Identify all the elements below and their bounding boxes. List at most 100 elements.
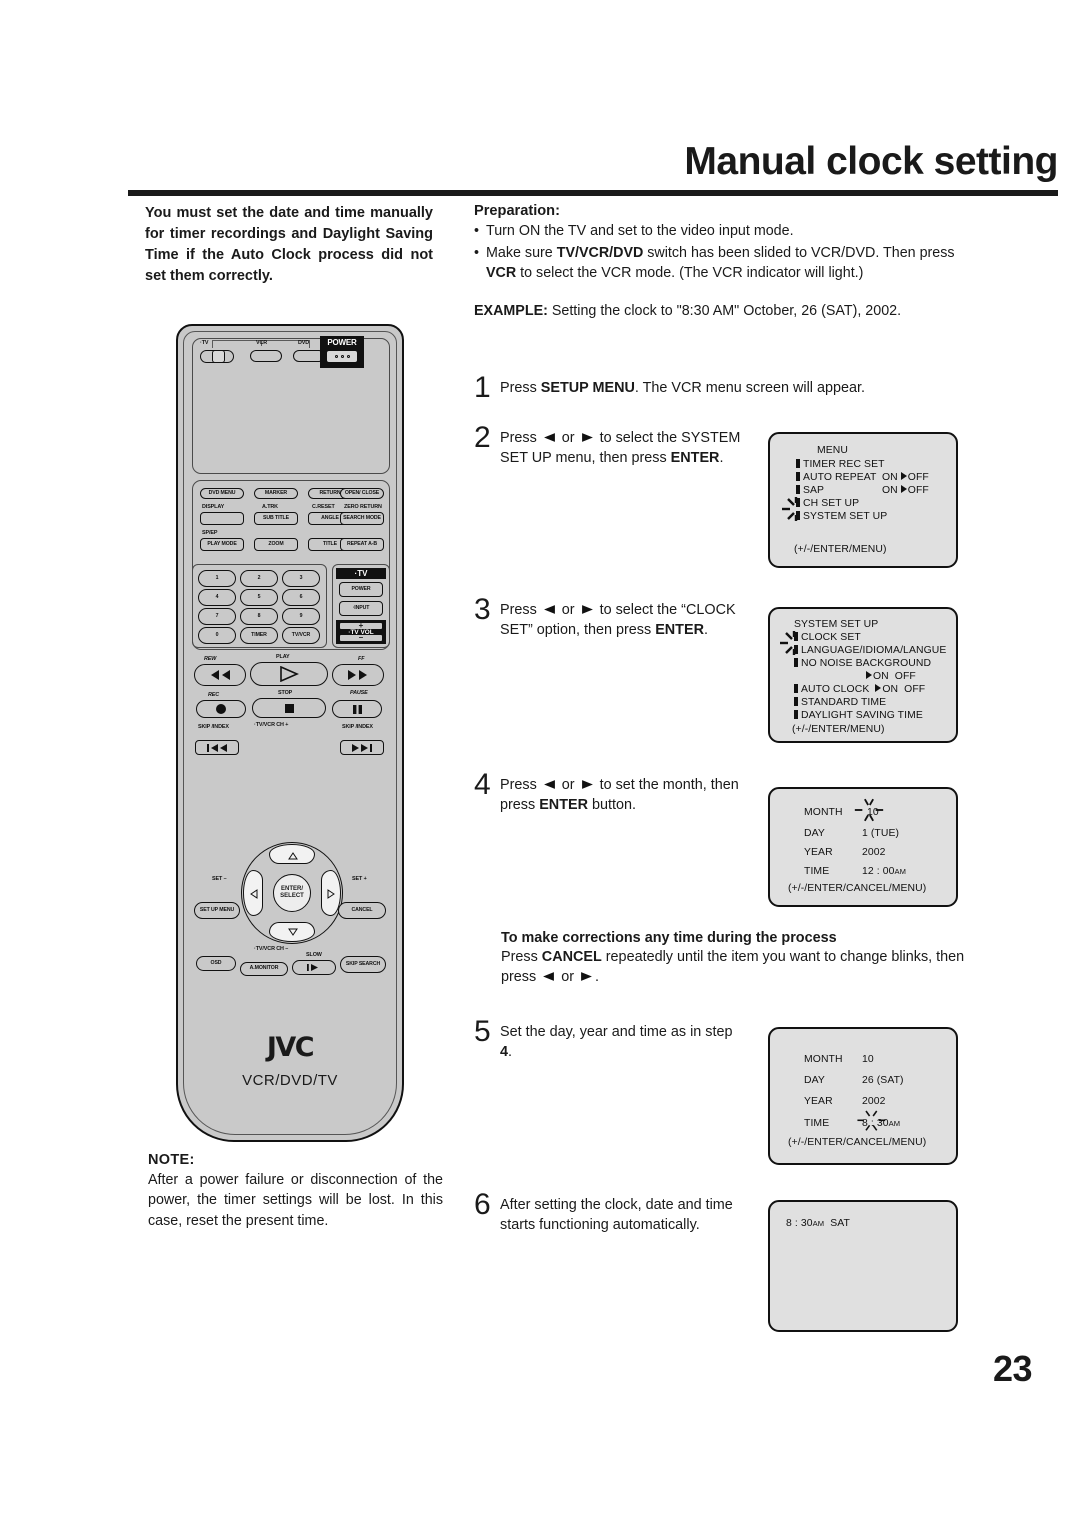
repeat-ab-button[interactable]: REPEAT A-B	[340, 538, 384, 551]
osd-menu-footer: (+/-/ENTER/MENU)	[794, 544, 887, 555]
skip-forward-icon	[352, 743, 372, 752]
tv-vol-down-button[interactable]: –	[339, 634, 383, 642]
osd-button[interactable]: OSD	[196, 956, 236, 971]
cancel-button[interactable]: CANCEL	[338, 902, 386, 919]
display-button[interactable]	[200, 512, 244, 525]
key-8[interactable]: 8	[240, 608, 278, 625]
display-label: DISPLAY	[202, 504, 225, 510]
bullet-icon: •	[474, 223, 480, 239]
dvd-menu-button[interactable]: DVD MENU	[200, 488, 244, 499]
key-1[interactable]: 1	[198, 570, 236, 587]
channel-down-label: ·TV/VCR CH –	[254, 946, 289, 952]
skip-forward-button[interactable]	[340, 740, 384, 755]
preparation-block: Preparation: • Turn ON the TV and set to…	[474, 203, 974, 283]
direction-pad: ENTER/ SELECT	[241, 842, 343, 944]
skip-back-button[interactable]	[195, 740, 239, 755]
left-arrow-icon	[543, 972, 555, 982]
osd-clock-set-month-value: 10	[862, 1054, 874, 1065]
rewind-button[interactable]	[194, 664, 246, 686]
osd-clock-initial-day-value: 1 (TUE)	[862, 828, 900, 839]
stop-label: STOP	[278, 690, 293, 696]
right-arrow-icon	[581, 972, 592, 982]
step-5-text: Set the day, year and time as in step 4.	[500, 1024, 733, 1061]
blink-indicator-icon	[780, 631, 796, 655]
stop-icon	[284, 703, 294, 713]
step-4-number: 4	[474, 768, 491, 801]
stop-button[interactable]	[252, 698, 326, 718]
dpad-down-button[interactable]	[269, 922, 315, 942]
switch-label-dvd: DVD	[298, 340, 310, 346]
step-6-number: 6	[474, 1188, 491, 1221]
jvc-logo: JVC	[266, 1032, 315, 1063]
preparation-item-2-text: Make sure TV/VCR/DVD switch has been sli…	[486, 245, 955, 281]
preparation-item-1: • Turn ON the TV and set to the video in…	[474, 222, 974, 241]
key-9[interactable]: 9	[282, 608, 320, 625]
osd-clock-set-year-value: 2002	[862, 1096, 886, 1107]
mode-switch-knob[interactable]	[212, 350, 225, 363]
tv-power-button[interactable]: POWER	[339, 582, 383, 597]
osd-menu-row-2: SAP	[796, 485, 824, 496]
pause-button[interactable]	[332, 700, 382, 718]
slow-icon	[307, 964, 318, 971]
osd-menu-row-1: AUTO REPEAT	[796, 472, 876, 483]
key-0[interactable]: 0	[198, 627, 236, 644]
enter-select-button[interactable]: ENTER/ SELECT	[273, 874, 311, 912]
key-3[interactable]: 3	[282, 570, 320, 587]
open-close-button[interactable]: OPEN/ CLOSE	[340, 488, 384, 499]
setup-menu-button[interactable]: SET UP MENU	[194, 902, 240, 919]
sub-title-button[interactable]: SUB TITLE	[254, 512, 298, 525]
step-4: 4 Press or to set the month, then press …	[474, 770, 754, 816]
rec-label: REC	[208, 692, 220, 698]
search-mode-button[interactable]: SEARCH MODE	[340, 512, 384, 525]
remote-control-diagram: ·TV VCR DVD POWER DVD MENU MARKER RETURN…	[176, 324, 404, 1142]
sp-ep-label: SP/EP	[202, 530, 218, 536]
play-button[interactable]	[250, 662, 328, 686]
skip-back-icon	[207, 743, 227, 752]
switch-label-tv: ·TV	[200, 340, 209, 346]
key-5[interactable]: 5	[240, 589, 278, 606]
key-7[interactable]: 7	[198, 608, 236, 625]
blink-indicator-icon	[782, 497, 798, 521]
switch-label-vcr: VCR	[256, 340, 268, 346]
osd-system-title: SYSTEM SET UP	[794, 619, 879, 630]
fast-forward-button[interactable]	[332, 664, 384, 686]
skip-search-button[interactable]: SKIP SEARCH	[340, 956, 386, 973]
zoom-button[interactable]: ZOOM	[254, 538, 298, 551]
note-body: After a power failure or disconnection o…	[148, 1172, 443, 1229]
osd-menu-screen: MENU TIMER REC SET AUTO REPEAT ON OFF SA…	[768, 432, 958, 568]
dpad-left-button[interactable]	[243, 870, 263, 916]
bullet-icon: •	[474, 245, 480, 262]
osd-clock-initial-day-label: DAY	[804, 828, 825, 839]
dpad-down-icon	[288, 928, 298, 936]
osd-menu-row-1-value: ON OFF	[882, 472, 929, 483]
osd-system-nnb-value: ON OFF	[866, 671, 916, 682]
preparation-item-2: • Make sure TV/VCR/DVD switch has been s…	[474, 244, 974, 283]
dpad-up-button[interactable]	[269, 844, 315, 864]
osd-clock-set-month-label: MONTH	[804, 1054, 843, 1065]
power-button[interactable]	[326, 350, 358, 363]
fast-forward-icon	[348, 670, 367, 680]
tv-input-button[interactable]: ·INPUT	[339, 601, 383, 616]
step-3-text: Press or to select the “CLOCK SET” optio…	[500, 602, 736, 639]
preparation-item-1-text: Turn ON the TV and set to the video inpu…	[486, 223, 794, 239]
record-button[interactable]	[196, 700, 246, 718]
dpad-left-icon	[250, 889, 258, 899]
key-6[interactable]: 6	[282, 589, 320, 606]
a-monitor-button[interactable]: A.MONITOR	[240, 962, 288, 976]
set-minus-label: SET –	[212, 876, 227, 882]
rew-label: REW	[204, 656, 217, 662]
marker-button[interactable]: MARKER	[254, 488, 298, 499]
key-2[interactable]: 2	[240, 570, 278, 587]
step-5-number: 5	[474, 1015, 491, 1048]
osd-clock-initial-time-value: 12 : 00AM	[862, 866, 907, 877]
timer-button[interactable]: TIMER	[240, 627, 278, 644]
osd-clock-initial-screen: MONTH 10 DAY 1 (TUE) YEAR 2002 TIME 12 :…	[768, 787, 958, 907]
step-3: 3 Press or to select the “CLOCK SET” opt…	[474, 595, 746, 641]
slow-button[interactable]	[292, 960, 336, 975]
corrections-heading: To make corrections any time during the …	[501, 930, 837, 946]
tv-vcr-button[interactable]: TV/VCR	[282, 627, 320, 644]
vcr-button[interactable]	[250, 350, 282, 362]
play-mode-button[interactable]: PLAY MODE	[200, 538, 244, 551]
osd-system-daylight-time: DAYLIGHT SAVING TIME	[794, 710, 923, 721]
key-4[interactable]: 4	[198, 589, 236, 606]
